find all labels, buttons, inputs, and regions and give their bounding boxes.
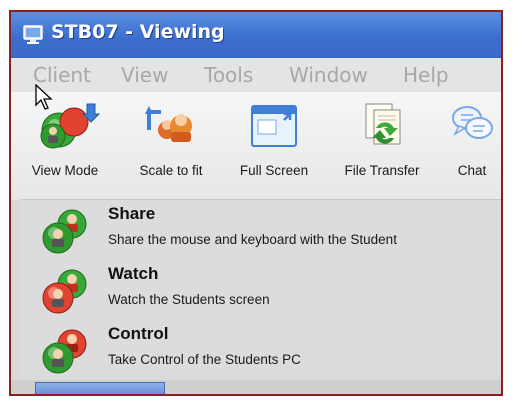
scale-to-fit-button[interactable]: Scale to fit — [119, 92, 223, 192]
background-window-tab — [35, 382, 165, 394]
scale-to-fit-label: Scale to fit — [139, 163, 203, 178]
share-description: Share the mouse and keyboard with the St… — [108, 232, 397, 247]
view-mode-button[interactable]: View Mode — [11, 92, 119, 192]
menu-tools[interactable]: Tools — [204, 63, 253, 87]
chat-label: Chat — [457, 163, 487, 178]
file-transfer-label: File Transfer — [344, 163, 420, 178]
share-title: Share — [108, 204, 156, 223]
toolbar: View Mode Scale to fit Full Screen File … — [11, 92, 501, 200]
menu-view[interactable]: View — [121, 63, 168, 87]
menu-help[interactable]: Help — [403, 63, 449, 87]
full-screen-label: Full Screen — [239, 163, 309, 178]
view-mode-dropdown: Share Share the mouse and keyboard with … — [20, 199, 501, 378]
control-title: Control — [108, 324, 169, 343]
control-description: Take Control of the Students PC — [108, 352, 301, 367]
menu-window[interactable]: Window — [289, 63, 368, 87]
chat-button[interactable]: Chat — [439, 92, 501, 192]
control-option[interactable]: Control Take Control of the Students PC — [20, 320, 501, 378]
watch-description: Watch the Students screen — [108, 292, 270, 307]
window-title: STB07 - Viewing — [51, 21, 225, 43]
title-bar[interactable]: STB07 - Viewing — [11, 12, 501, 58]
file-transfer-button[interactable]: File Transfer — [325, 92, 439, 192]
full-screen-button[interactable]: Full Screen — [223, 92, 325, 192]
mouse-pointer-icon — [35, 83, 53, 114]
view-mode-label: View Mode — [31, 163, 99, 178]
watch-title: Watch — [108, 264, 159, 283]
menu-bar: Client View Tools Window Help — [11, 58, 501, 92]
watch-option[interactable]: Watch Watch the Students screen — [20, 260, 501, 318]
share-option[interactable]: Share Share the mouse and keyboard with … — [20, 200, 501, 258]
application-window: STB07 - Viewing Client View Tools Window… — [9, 10, 503, 396]
